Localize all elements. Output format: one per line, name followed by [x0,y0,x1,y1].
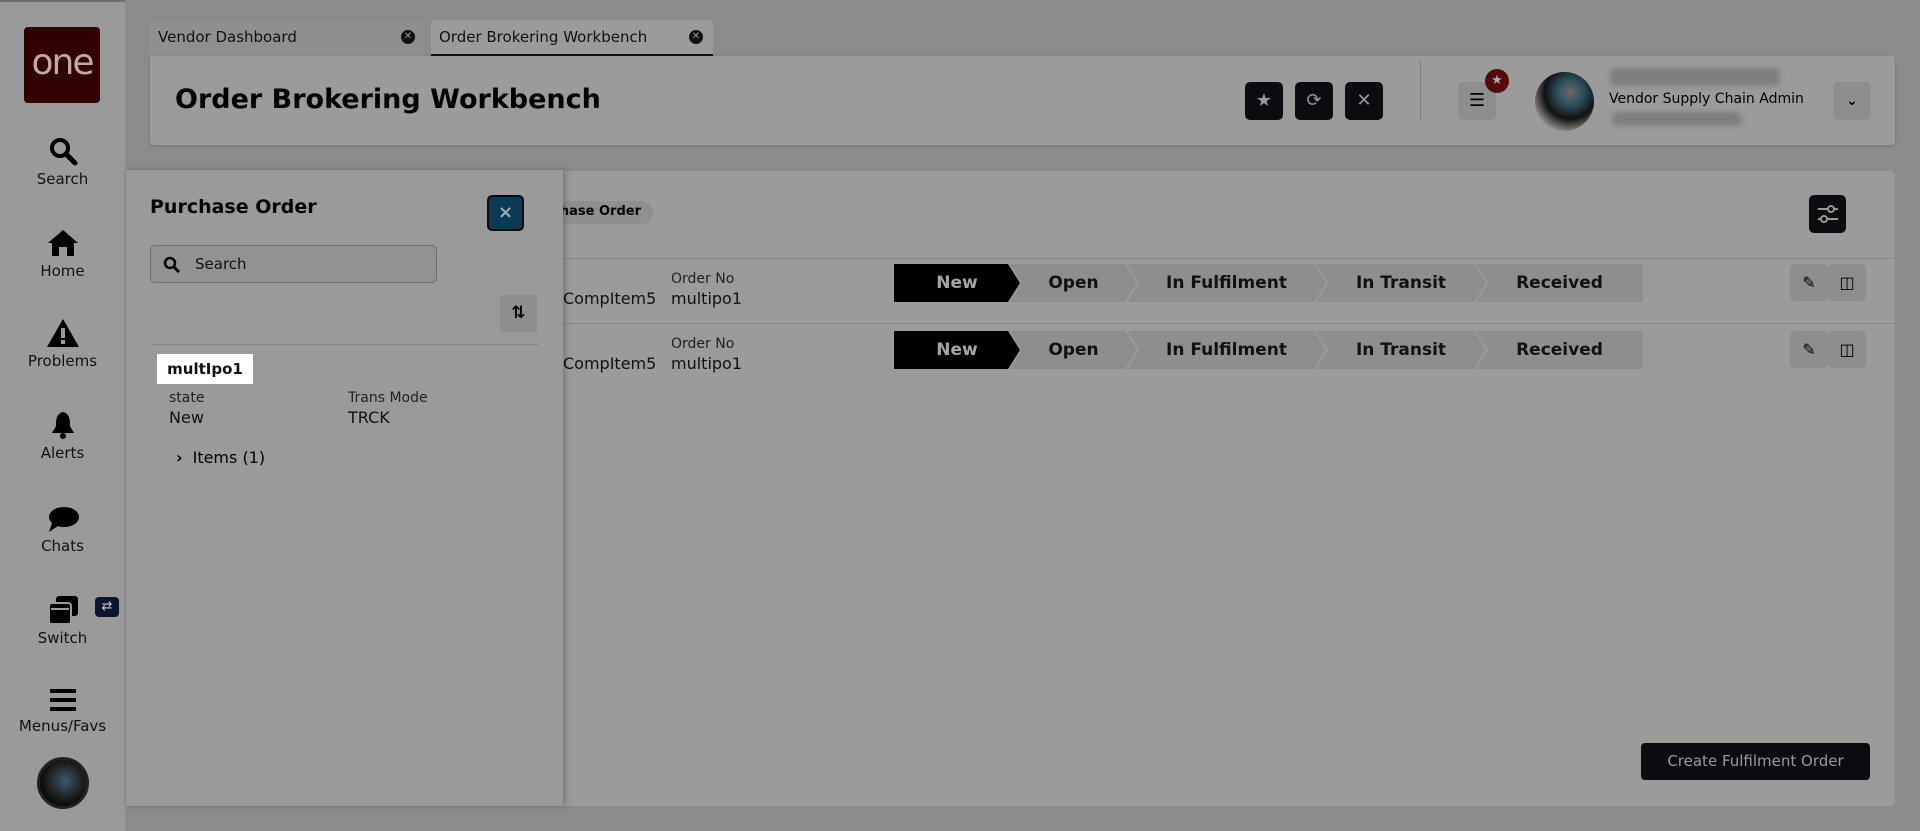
refresh-icon: ⟳ [1306,90,1322,111]
sidebar-item-label: Alerts [40,444,85,462]
user-avatar[interactable] [1535,72,1594,131]
columns-button[interactable]: ◫ [1828,331,1866,368]
tab-label: Vendor Dashboard [158,28,297,46]
switch-icon [47,596,78,625]
step-in-transit: In Transit [1316,331,1486,369]
user-org-redacted [1612,112,1742,126]
step-received: Received [1476,264,1643,302]
user-name-redacted [1610,68,1780,86]
sidebar-item-menus-favs[interactable]: Menus/Favs [0,687,125,735]
step-open: Open [1010,264,1137,302]
pencil-icon: ✎ [1802,273,1816,292]
sidebar-item-label: Switch [37,629,88,647]
sidebar-item-label: Search [36,170,89,188]
item-name: CompItem5 [563,354,657,373]
warning-icon [46,319,79,347]
chat-icon [48,507,79,532]
pencil-icon: ✎ [1802,340,1816,359]
sidebar-item-chats[interactable]: Chats [0,505,125,555]
search-input[interactable]: Search [150,245,437,283]
items-toggle[interactable]: › Items (1) [176,448,265,467]
search-icon [163,256,181,274]
user-role: Vendor Supply Chain Admin [1609,91,1804,107]
field-value: TRCK [348,408,390,427]
items-label: Items (1) [192,448,266,467]
step-in-transit: In Transit [1316,264,1486,302]
close-tab-icon[interactable]: ✕ [401,30,415,44]
tab-label: Order Brokering Workbench [439,28,648,46]
close-page-button[interactable]: ✕ [1345,82,1383,120]
field-value: New [169,408,204,427]
user-avatar[interactable] [37,757,89,809]
status-progress: New Open In Fulfilment In Transit Receiv… [894,331,1643,369]
step-new: New [894,264,1020,302]
purchase-order-panel: Purchase Order × Search ⇅ multIpo1 state… [126,170,563,806]
filter-settings-button[interactable] [1809,195,1846,233]
tab-order-brokering-workbench[interactable]: Order Brokering Workbench ✕ [431,20,713,56]
close-icon: ✕ [1356,90,1372,111]
item-name: CompItem5 [563,289,657,308]
edit-button[interactable]: ✎ [1790,331,1828,368]
sidebar-item-search[interactable]: Search [0,136,125,188]
divider [1420,60,1421,120]
chevron-right-icon: › [176,448,183,467]
sort-button[interactable]: ⇅ [500,295,537,332]
field-label: state [169,390,205,406]
close-tab-icon[interactable]: ✕ [689,30,703,44]
menu-icon [49,689,76,711]
chevron-down-icon: ⌄ [1846,93,1858,109]
user-dropdown-button[interactable]: ⌄ [1833,82,1871,120]
order-no-label: Order No [671,271,735,287]
sidebar-item-label: Menus/Favs [18,717,107,735]
edit-button[interactable]: ✎ [1790,264,1828,301]
sidebar: one Search Home Problems Alerts Chats Sw… [0,0,125,831]
step-in-fulfilment: In Fulfilment [1127,264,1326,302]
page-title: Order Brokering Workbench [175,84,601,115]
home-icon [47,230,78,256]
divider [563,258,1895,259]
step-new: New [894,331,1020,369]
order-no-value: multipo1 [671,289,743,308]
list-icon: ☰ [1468,90,1486,111]
step-open: Open [1010,331,1137,369]
star-icon: ★ [1255,90,1273,111]
create-fulfilment-order-button[interactable]: Create Fulfilment Order [1641,743,1870,780]
sidebar-item-label: Chats [41,537,84,555]
columns-icon: ◫ [1839,273,1855,292]
close-panel-button[interactable]: × [487,195,524,231]
sidebar-item-home[interactable]: Home [0,228,125,280]
divider [563,323,1895,324]
sidebar-item-alerts[interactable]: Alerts [0,410,125,462]
search-placeholder: Search [195,255,247,273]
sidebar-item-problems[interactable]: Problems [0,318,125,370]
sort-icon: ⇅ [511,303,526,323]
filter-chip[interactable]: hase Order [557,201,653,224]
bell-icon [51,412,74,439]
close-icon: × [497,202,514,223]
columns-icon: ◫ [1839,340,1855,359]
refresh-button[interactable]: ⟳ [1295,82,1333,120]
step-in-fulfilment: In Fulfilment [1127,331,1326,369]
sidebar-item-label: Problems [27,352,98,370]
order-no-value: multipo1 [671,354,743,373]
order-no-label: Order No [671,336,735,352]
switch-badge[interactable]: ⇄ [95,597,119,617]
sliders-icon [1817,205,1838,223]
step-received: Received [1476,331,1643,369]
page-header: Order Brokering Workbench ★ ⟳ ✕ ☰ ★ Vend… [150,56,1895,145]
field-label: Trans Mode [348,390,428,406]
search-icon [49,138,77,166]
panel-title: Purchase Order [150,196,317,218]
favorite-button[interactable]: ★ [1245,82,1283,120]
divider [150,344,539,345]
sidebar-item-label: Home [40,262,85,280]
po-card-title[interactable]: multIpo1 [157,354,253,384]
tab-vendor-dashboard[interactable]: Vendor Dashboard ✕ [150,20,425,56]
status-progress: New Open In Fulfilment In Transit Receiv… [894,264,1643,302]
favorites-badge-icon: ★ [1485,69,1509,93]
app-logo[interactable]: one [24,27,100,103]
columns-button[interactable]: ◫ [1828,264,1866,301]
